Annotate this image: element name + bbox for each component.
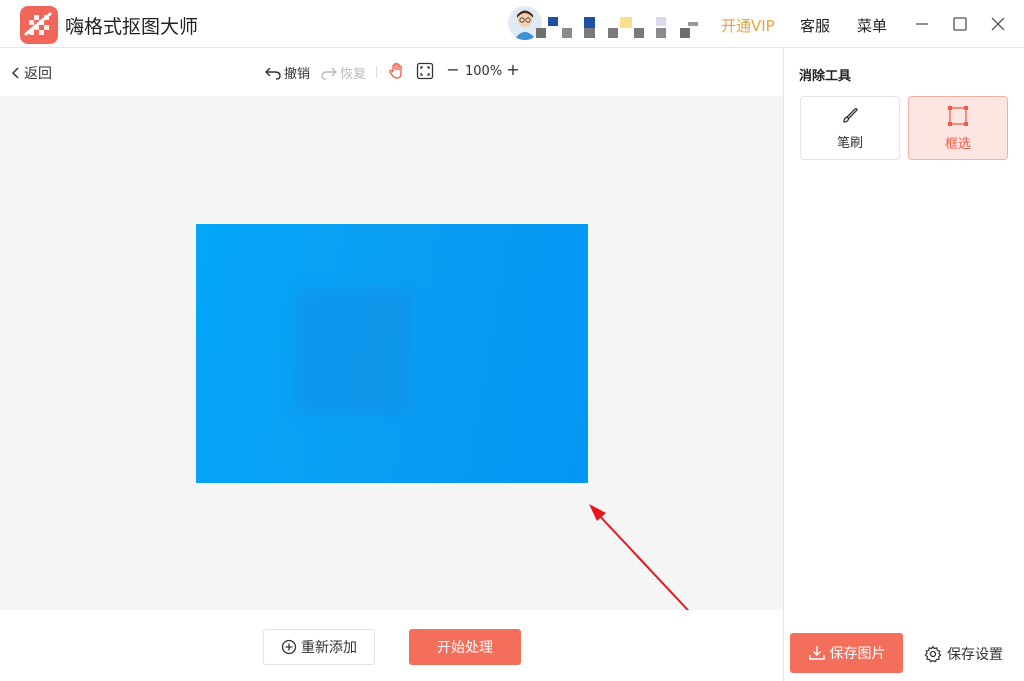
right-panel: 消除工具 笔刷 框选 保存图片 保存设置 <box>784 48 1024 681</box>
back-label: 返回 <box>24 66 52 82</box>
panel-title: 消除工具 <box>799 69 852 84</box>
brush-icon <box>843 107 858 123</box>
start-process-button[interactable]: 开始处理 <box>409 629 521 665</box>
editor-toolbar: 返回 撤销 恢复 − 100% + <box>0 48 783 96</box>
add-circle-icon <box>281 639 297 655</box>
brush-tool-button[interactable]: 笔刷 <box>800 96 900 160</box>
title-bar: 嗨格式抠图大师 开通VIP 客服 菜单 <box>0 0 1024 48</box>
undo-button[interactable]: 撤销 <box>264 63 310 82</box>
save-settings-button[interactable]: 保存设置 <box>924 644 1003 664</box>
save-image-label: 保存图片 <box>829 646 886 662</box>
redo-icon <box>321 67 337 80</box>
gear-icon <box>924 645 942 663</box>
maximize-icon[interactable] <box>948 12 972 36</box>
menu-link[interactable]: 菜单 <box>857 15 887 36</box>
minimize-icon[interactable] <box>910 12 934 36</box>
undo-label: 撤销 <box>284 67 311 82</box>
redo-button[interactable]: 恢复 <box>320 63 366 82</box>
back-button[interactable]: 返回 <box>10 63 52 83</box>
edited-image[interactable] <box>196 224 588 483</box>
download-icon <box>808 646 825 660</box>
toolbar-divider <box>376 66 377 78</box>
box-select-tool-label: 框选 <box>944 136 971 152</box>
box-select-icon <box>948 105 968 126</box>
zoom-out-button[interactable]: − <box>446 60 460 79</box>
app-logo <box>20 6 58 44</box>
username-mosaic <box>536 14 708 42</box>
undo-icon <box>265 67 281 80</box>
redo-label: 恢复 <box>340 67 367 82</box>
erased-area <box>296 289 411 414</box>
close-icon[interactable] <box>986 12 1010 36</box>
app-title: 嗨格式抠图大师 <box>65 16 199 38</box>
zoom-in-button[interactable]: + <box>506 60 520 79</box>
zoom-level: 100% <box>465 64 503 79</box>
re-add-button[interactable]: 重新添加 <box>263 629 375 665</box>
customer-service-link[interactable]: 客服 <box>800 15 830 36</box>
brush-tool-label: 笔刷 <box>836 135 863 151</box>
box-select-tool-button[interactable]: 框选 <box>908 96 1008 160</box>
chevron-left-icon <box>11 67 19 79</box>
save-settings-label: 保存设置 <box>947 647 1003 663</box>
save-image-button[interactable]: 保存图片 <box>790 633 903 673</box>
hand-icon[interactable] <box>388 62 406 80</box>
re-add-label: 重新添加 <box>301 640 357 656</box>
open-vip-link[interactable]: 开通VIP <box>721 15 775 36</box>
fit-screen-icon[interactable] <box>416 62 434 80</box>
bottom-action-bar: 重新添加 开始处理 <box>0 610 783 681</box>
